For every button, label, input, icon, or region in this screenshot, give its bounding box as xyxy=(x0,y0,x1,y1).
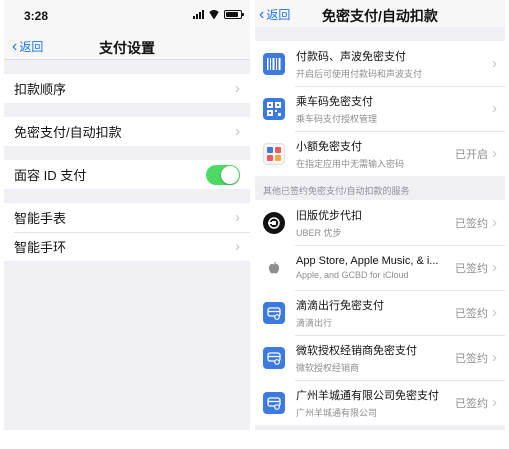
settings-item-label: 智能手表 xyxy=(14,211,67,226)
settings-group: 面容 ID 支付 xyxy=(4,160,250,189)
chevron-right-icon: › xyxy=(235,209,240,226)
status-label: 已签约 xyxy=(455,262,488,275)
list-item-title: 乘车码免密支付 xyxy=(296,95,373,108)
apple-icon xyxy=(263,257,285,279)
chevron-right-icon: › xyxy=(235,238,240,255)
list-item-subtitle: 滴滴出行 xyxy=(296,317,333,328)
payment-options-group: 付款码、声波免密支付 开启后可使用付款码和声波支付 › 乘车码免密支付 乘车码支… xyxy=(255,41,505,176)
list-item-title: 付款码、声波免密支付 xyxy=(296,50,406,63)
signal-icon xyxy=(193,10,204,19)
status-label: 已开启 xyxy=(455,148,488,161)
settings-group: 扣款顺序 › xyxy=(4,74,250,103)
battery-icon xyxy=(224,10,244,19)
service-icon xyxy=(263,301,285,324)
list-item-app-store[interactable]: App Store, Apple Music, & i... Apple, an… xyxy=(255,245,505,290)
list-item-title: 小额免密支付 xyxy=(296,140,362,153)
chevron-right-icon: › xyxy=(492,100,497,117)
qr-ticket-icon xyxy=(263,97,285,120)
list-item-title: 旧版优步代扣 xyxy=(296,209,362,222)
settings-item-deduction-order[interactable]: 扣款顺序 › xyxy=(4,74,250,103)
small-payment-icon xyxy=(263,142,285,165)
list-item-subtitle: 在指定应用中无需输入密码 xyxy=(296,158,405,169)
chevron-right-icon: › xyxy=(492,214,497,231)
payment-settings-screen: 3:28 ‹ 返回 支付设置 扣款顺序 › 免密支付/自动扣款 › 面容 ID … xyxy=(4,0,250,430)
chevron-right-icon: › xyxy=(492,55,497,72)
password-free-payment-screen: ‹ 返回 免密支付/自动扣款 付款码、声波免密支付 开启后可使用付款码和声波支付… xyxy=(255,0,505,430)
wifi-icon xyxy=(208,10,220,19)
status-label: 已签约 xyxy=(455,397,488,410)
nav-bar: ‹ 返回 支付设置 xyxy=(4,30,250,60)
chevron-right-icon: › xyxy=(235,80,240,97)
chevron-right-icon: › xyxy=(492,259,497,276)
list-item-transit-code[interactable]: 乘车码免密支付 乘车码支付授权管理 › xyxy=(255,86,505,131)
list-item-subtitle: 微软授权经销商 xyxy=(296,362,360,373)
list-item-uber[interactable]: 旧版优步代扣 UBER 优步 已签约 › xyxy=(255,200,505,245)
nav-bar: ‹ 返回 免密支付/自动扣款 xyxy=(255,0,505,27)
service-icon xyxy=(263,346,285,369)
list-item-subtitle: 广州羊城通有限公司 xyxy=(296,407,378,418)
chevron-right-icon: › xyxy=(492,349,497,366)
list-item-didi[interactable]: 滴滴出行免密支付 滴滴出行 已签约 › xyxy=(255,290,505,335)
settings-group: 智能手表 › 智能手环 › xyxy=(4,203,250,261)
services-group: 旧版优步代扣 UBER 优步 已签约 › App Store, Apple Mu… xyxy=(255,200,505,425)
list-item-subtitle: Apple, and GCBD for iCloud xyxy=(296,270,409,280)
settings-item-password-free-payment[interactable]: 免密支付/自动扣款 › xyxy=(4,117,250,146)
list-item-microsoft-reseller[interactable]: 微软授权经销商免密支付 微软授权经销商 已签约 › xyxy=(255,335,505,380)
barcode-icon xyxy=(263,52,285,75)
face-id-toggle[interactable] xyxy=(206,164,240,185)
page-title: 支付设置 xyxy=(99,40,155,56)
chevron-right-icon: › xyxy=(492,304,497,321)
page-title: 免密支付/自动扣款 xyxy=(322,8,438,24)
settings-item-label: 扣款顺序 xyxy=(14,82,67,97)
settings-item-smart-watch[interactable]: 智能手表 › xyxy=(4,203,250,232)
status-label: 已签约 xyxy=(455,352,488,365)
list-item-title: 滴滴出行免密支付 xyxy=(296,299,384,312)
status-bar: 3:28 xyxy=(4,0,250,30)
section-header: 其他已签约免密支付/自动扣款的服务 xyxy=(263,186,410,196)
list-item-title: 广州羊城通有限公司免密支付 xyxy=(296,389,439,402)
settings-item-face-id-payment: 面容 ID 支付 xyxy=(4,160,250,189)
list-item-title: 微软授权经销商免密支付 xyxy=(296,344,417,357)
chevron-right-icon: › xyxy=(492,145,497,162)
status-time: 3:28 xyxy=(24,9,49,23)
settings-group: 免密支付/自动扣款 › xyxy=(4,117,250,146)
settings-item-label: 面容 ID 支付 xyxy=(14,168,87,183)
status-label: 已签约 xyxy=(455,217,488,230)
settings-item-label: 免密支付/自动扣款 xyxy=(14,125,122,140)
list-item-subtitle: 开启后可使用付款码和声波支付 xyxy=(296,68,423,79)
uber-icon xyxy=(263,211,285,234)
list-item-paycode-soundwave[interactable]: 付款码、声波免密支付 开启后可使用付款码和声波支付 › xyxy=(255,41,505,86)
status-label: 已签约 xyxy=(455,307,488,320)
chevron-right-icon: › xyxy=(235,123,240,140)
settings-item-smart-band[interactable]: 智能手环 › xyxy=(4,232,250,261)
settings-item-label: 智能手环 xyxy=(14,240,67,255)
list-item-title: App Store, Apple Music, & i... xyxy=(296,255,439,267)
list-item-subtitle: UBER 优步 xyxy=(296,227,342,238)
list-item-small-amount[interactable]: 小额免密支付 在指定应用中无需输入密码 已开启 › xyxy=(255,131,505,176)
chevron-right-icon: › xyxy=(492,394,497,411)
list-item-yangchengtong[interactable]: 广州羊城通有限公司免密支付 广州羊城通有限公司 已签约 › xyxy=(255,380,505,425)
status-icons xyxy=(193,10,244,19)
list-item-subtitle: 乘车码支付授权管理 xyxy=(296,113,378,124)
service-icon xyxy=(263,391,285,414)
